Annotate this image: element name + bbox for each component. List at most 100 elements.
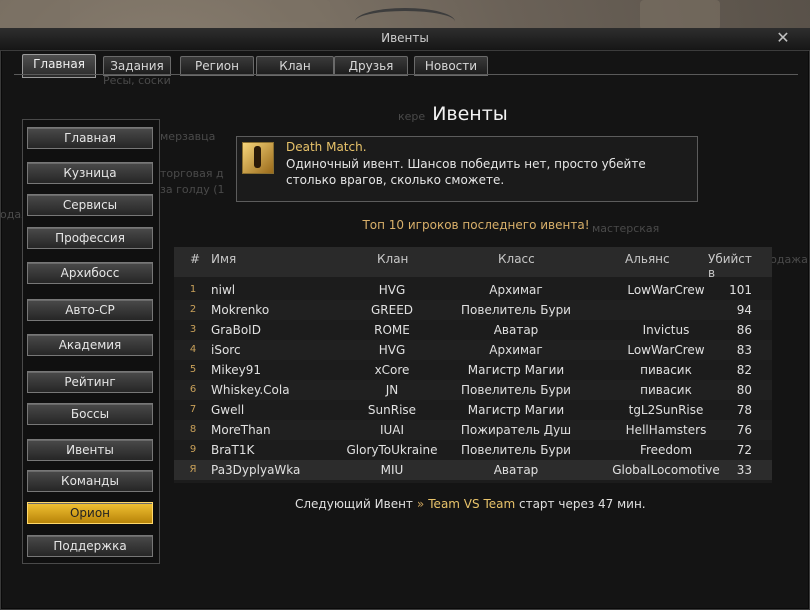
cell-clan: SunRise — [367, 403, 417, 417]
cell-kills: 94 — [736, 303, 752, 317]
table-row: 2 Mokrenko GREED Повелитель Бури 94 — [174, 300, 772, 320]
table-row: 1 niwl HVG Архимаг LowWarCrew 101 — [174, 280, 772, 300]
tab-quests[interactable]: Задания — [103, 56, 171, 76]
cell-class: Пожиратель Душ — [460, 423, 572, 437]
cell-clan: HVG — [378, 283, 406, 297]
cell-class: Магистр Магии — [467, 363, 565, 377]
table-row: 8 MoreThan IUAI Пожиратель Душ HellHamsters 7… — [174, 420, 772, 440]
sidebar-item-bosses[interactable]: Боссы — [27, 403, 153, 425]
tab-friends[interactable]: Друзья — [334, 56, 408, 76]
table-row: 7 Gwell SunRise Магистр Магии tgL2SunRise 78 — [174, 400, 772, 420]
table-row: 3 GraBoID ROME Аватар Invictus 86 — [174, 320, 772, 340]
cell-name: iSorc — [211, 343, 241, 357]
header-alliance: Альянс — [625, 252, 670, 266]
sidebar-item-services[interactable]: Сервисы — [27, 194, 153, 216]
cell-name: Gwell — [211, 403, 245, 417]
cell-kills: 86 — [736, 323, 752, 337]
tab-region[interactable]: Регион — [180, 56, 254, 76]
event-name: Death Match. — [286, 140, 367, 154]
cell-rank: 5 — [189, 364, 197, 375]
cell-class: Повелитель Бури — [461, 303, 571, 317]
header-rank: # — [190, 252, 201, 266]
cell-kills: 78 — [736, 403, 752, 417]
chevron-right-icon: » — [416, 497, 425, 511]
sidebar-item-profession[interactable]: Профессия — [27, 227, 153, 249]
ghost-text: мерзавца — [160, 130, 216, 143]
cell-kills: 82 — [736, 363, 752, 377]
cell-clan: JN — [385, 383, 399, 397]
sidebar-item-events[interactable]: Ивенты — [27, 439, 153, 461]
cell-class: Архимаг — [489, 343, 543, 357]
table-row: 6 Whiskey.Cola JN Повелитель Бури пивасик 80 — [174, 380, 772, 400]
cell-kills: 80 — [736, 383, 752, 397]
sidebar-item-teams[interactable]: Команды — [27, 470, 153, 492]
cell-rank: 7 — [189, 404, 197, 415]
cell-rank: 8 — [189, 424, 197, 435]
cell-rank: Я — [189, 464, 197, 475]
cell-kills: 101 — [729, 283, 752, 297]
ghost-text: Ресы, соски — [103, 74, 171, 87]
cell-class: Повелитель Бури — [461, 443, 571, 457]
sidebar-item-archboss[interactable]: Архибосс — [27, 262, 153, 284]
cell-kills: 33 — [736, 463, 752, 477]
header-kills: Убийств — [708, 252, 752, 280]
next-event-prefix: Следующий Ивент — [295, 497, 413, 511]
cell-rank: 4 — [189, 344, 197, 355]
page-title: Ивенты — [432, 103, 508, 125]
cell-class: Архимаг — [489, 283, 543, 297]
cell-clan: xCore — [374, 363, 410, 377]
cell-kills: 72 — [736, 443, 752, 457]
cell-class: Повелитель Бури — [461, 383, 571, 397]
cell-clan: ROME — [374, 323, 410, 337]
sidebar-item-auto-sp[interactable]: Авто-СР — [27, 299, 153, 321]
header-clan: Клан — [377, 252, 409, 266]
tab-news[interactable]: Новости — [414, 56, 488, 76]
next-event-line: Следующий Ивент» Team VS Team старт через… — [295, 497, 646, 511]
window-title: Ивенты — [381, 31, 429, 45]
sidebar-item-academy[interactable]: Академия — [27, 334, 153, 356]
cell-kills: 76 — [736, 423, 752, 437]
table-header — [174, 247, 772, 277]
cell-name: Pa3DyplyaWka — [211, 463, 301, 477]
sidebar-item-rating[interactable]: Рейтинг — [27, 371, 153, 393]
cell-name: Mokrenko — [211, 303, 270, 317]
cell-clan: IUAI — [379, 423, 405, 437]
cell-name: MoreThan — [211, 423, 271, 437]
cell-rank: 9 — [189, 444, 197, 455]
cell-clan: MIU — [380, 463, 404, 477]
sidebar-item-main[interactable]: Главная — [27, 127, 153, 149]
cell-rank: 6 — [189, 384, 197, 395]
table-row: 4 iSorc HVG Архимаг LowWarCrew 83 — [174, 340, 772, 360]
cell-name: Whiskey.Cola — [211, 383, 290, 397]
next-event-suffix: старт через 47 мин. — [518, 497, 646, 511]
cell-clan: GREED — [370, 303, 414, 317]
header-class: Класс — [498, 252, 535, 266]
cell-name: GraBoID — [211, 323, 261, 337]
cell-name: Mikey91 — [211, 363, 261, 377]
cell-rank: 3 — [189, 324, 197, 335]
cell-kills: 83 — [736, 343, 752, 357]
cell-clan: HVG — [378, 343, 406, 357]
death-match-icon — [242, 142, 274, 174]
table-row: Я Pa3DyplyaWka MIU Аватар GlobalLocomotive 33 — [174, 460, 772, 480]
cell-rank: 1 — [189, 284, 197, 295]
sidebar-item-forge[interactable]: Кузница — [27, 162, 153, 184]
cell-rank: 2 — [189, 304, 197, 315]
next-event-name[interactable]: Team VS Team — [428, 497, 515, 511]
event-description: Одиночный ивент. Шансов победить нет, пр… — [286, 157, 646, 187]
sidebar-item-support[interactable]: Поддержка — [27, 535, 153, 557]
table-row: 5 Mikey91 xCore Магистр Магии пивасик 82 — [174, 360, 772, 380]
ghost-text: торговая д — [160, 167, 224, 180]
cell-name: BraT1K — [211, 443, 255, 457]
close-icon[interactable]: ✕ — [774, 29, 792, 47]
table-row: 9 BraT1K GloryToUkraine Повелитель Бури Free… — [174, 440, 772, 460]
sidebar-item-orion[interactable]: Орион — [27, 502, 153, 524]
header-name: Имя — [211, 252, 237, 266]
cell-name: niwl — [211, 283, 236, 297]
cell-class: Магистр Магии — [467, 403, 565, 417]
top-players-title: Топ 10 игроков последнего ивента! — [362, 218, 590, 232]
cell-class: Аватар — [493, 463, 539, 477]
tab-clan[interactable]: Клан — [256, 56, 334, 76]
ghost-text: за голду (1 — [160, 183, 225, 196]
cell-clan: GloryToUkraine — [346, 443, 438, 457]
